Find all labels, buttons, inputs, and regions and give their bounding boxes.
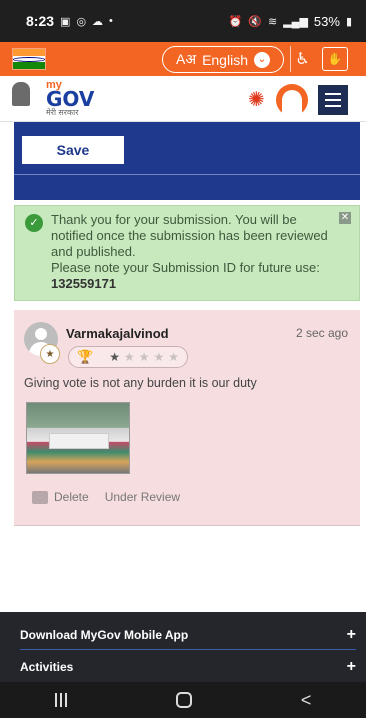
india-flag-icon [12, 48, 46, 70]
language-label: English [202, 51, 248, 68]
home-button[interactable] [175, 692, 192, 708]
save-button[interactable]: Save [22, 136, 124, 164]
accessibility-button[interactable]: ♿ [290, 46, 314, 72]
signal-icon: ▂▄▆ [283, 15, 308, 28]
star-icon[interactable]: ★ [109, 350, 120, 364]
site-footer: Download MyGov Mobile App + Activities + [0, 612, 366, 682]
submission-id: 132559171 [51, 276, 117, 291]
covid-icon[interactable]: ✺ [248, 87, 265, 112]
plus-icon: + [346, 625, 356, 643]
back-button[interactable]: < [301, 690, 312, 711]
battery-icon: ▮ [345, 15, 352, 28]
success-alert: ✓ ✕ Thank you for your submission. You w… [14, 205, 360, 301]
menu-icon-line [325, 105, 341, 107]
footer-item-label: Activities [20, 660, 74, 674]
status-bar: 8:23 ▣ ◎ ☁ • ⏰ 🔇 ≋ ▂▄▆ 53% ▮ [0, 0, 366, 42]
status-time: 8:23 [26, 13, 55, 29]
sign-language-button[interactable]: ✋ [322, 47, 348, 71]
delete-link[interactable]: Delete [54, 490, 89, 504]
language-selector[interactable]: Aअ English ⌄ [162, 46, 284, 73]
check-circle-icon: ✓ [25, 214, 43, 232]
star-icon[interactable]: ★ [168, 350, 179, 364]
menu-icon-line [325, 99, 341, 101]
footer-item-label: Download MyGov Mobile App [20, 627, 189, 642]
comment-card: ★ Varmakajalvinod 2 sec ago 🏆 ★ ★ ★ ★ ★ … [14, 310, 360, 526]
instagram-icon: ◎ [76, 15, 87, 28]
sign-language-icon: ✋ [327, 52, 343, 66]
star-icon[interactable]: ★ [139, 350, 150, 364]
mute-icon: 🔇 [248, 15, 262, 28]
review-status: Under Review [104, 490, 181, 504]
recents-button[interactable] [54, 693, 67, 707]
mygov-logo[interactable]: my GOV मेरी सरकार [46, 80, 94, 117]
star-icon[interactable]: ★ [153, 350, 164, 364]
alert-message: Thank you for your submission. You will … [51, 212, 328, 259]
menu-icon-line [325, 93, 341, 95]
alarm-icon: ⏰ [228, 15, 243, 28]
star-icon[interactable]: ★ [124, 350, 135, 364]
alert-note: Please note your Submission ID for futur… [51, 260, 320, 275]
thumbnail-banner [49, 433, 109, 449]
hamburger-menu-button[interactable] [318, 85, 348, 115]
message-icon [32, 490, 48, 504]
plus-icon: + [346, 658, 356, 675]
chevron-down-icon: ⌄ [253, 51, 270, 68]
national-emblem-icon[interactable] [10, 81, 32, 116]
language-bar: Aअ English ⌄ ♿ ✋ [0, 42, 366, 76]
footer-item-download-app[interactable]: Download MyGov Mobile App + [20, 620, 356, 650]
site-header: my GOV मेरी सरकार ✺ [0, 76, 366, 122]
panel-divider [14, 174, 360, 175]
status-right: ⏰ 🔇 ≋ ▂▄▆ 53% ▮ [229, 14, 352, 29]
cloud-icon: ☁ [92, 15, 104, 28]
comment-text: Giving vote is not any burden it is our … [24, 376, 257, 390]
status-left: 8:23 ▣ ◎ ☁ • [26, 13, 113, 29]
attachment-thumbnail[interactable] [26, 402, 130, 474]
accessibility-icon: ♿ [295, 51, 310, 68]
dot-icon: • [109, 15, 113, 27]
gallery-icon: ▣ [60, 15, 71, 28]
footer-item-activities[interactable]: Activities + [20, 652, 356, 682]
language-glyph-icon: Aअ [176, 51, 197, 67]
commenter-name[interactable]: Varmakajalvinod [66, 326, 169, 341]
battery-text: 53% [313, 13, 340, 29]
comment-timestamp: 2 sec ago [295, 326, 348, 340]
comment-actions: Delete Under Review [32, 490, 180, 504]
logo-gov: GOV [46, 87, 95, 111]
trophy-icon: 🏆 [77, 349, 94, 364]
wifi-icon: ≋ [267, 15, 278, 28]
user-avatar[interactable] [276, 84, 308, 116]
submission-form-panel: Save [14, 122, 360, 200]
system-navigation-bar: < [0, 682, 366, 718]
rating-pill[interactable]: 🏆 ★ ★ ★ ★ ★ [68, 346, 188, 368]
logo-hindi: मेरी सरकार [46, 108, 79, 117]
close-icon[interactable]: ✕ [339, 212, 351, 224]
badge-icon: ★ [40, 344, 60, 364]
